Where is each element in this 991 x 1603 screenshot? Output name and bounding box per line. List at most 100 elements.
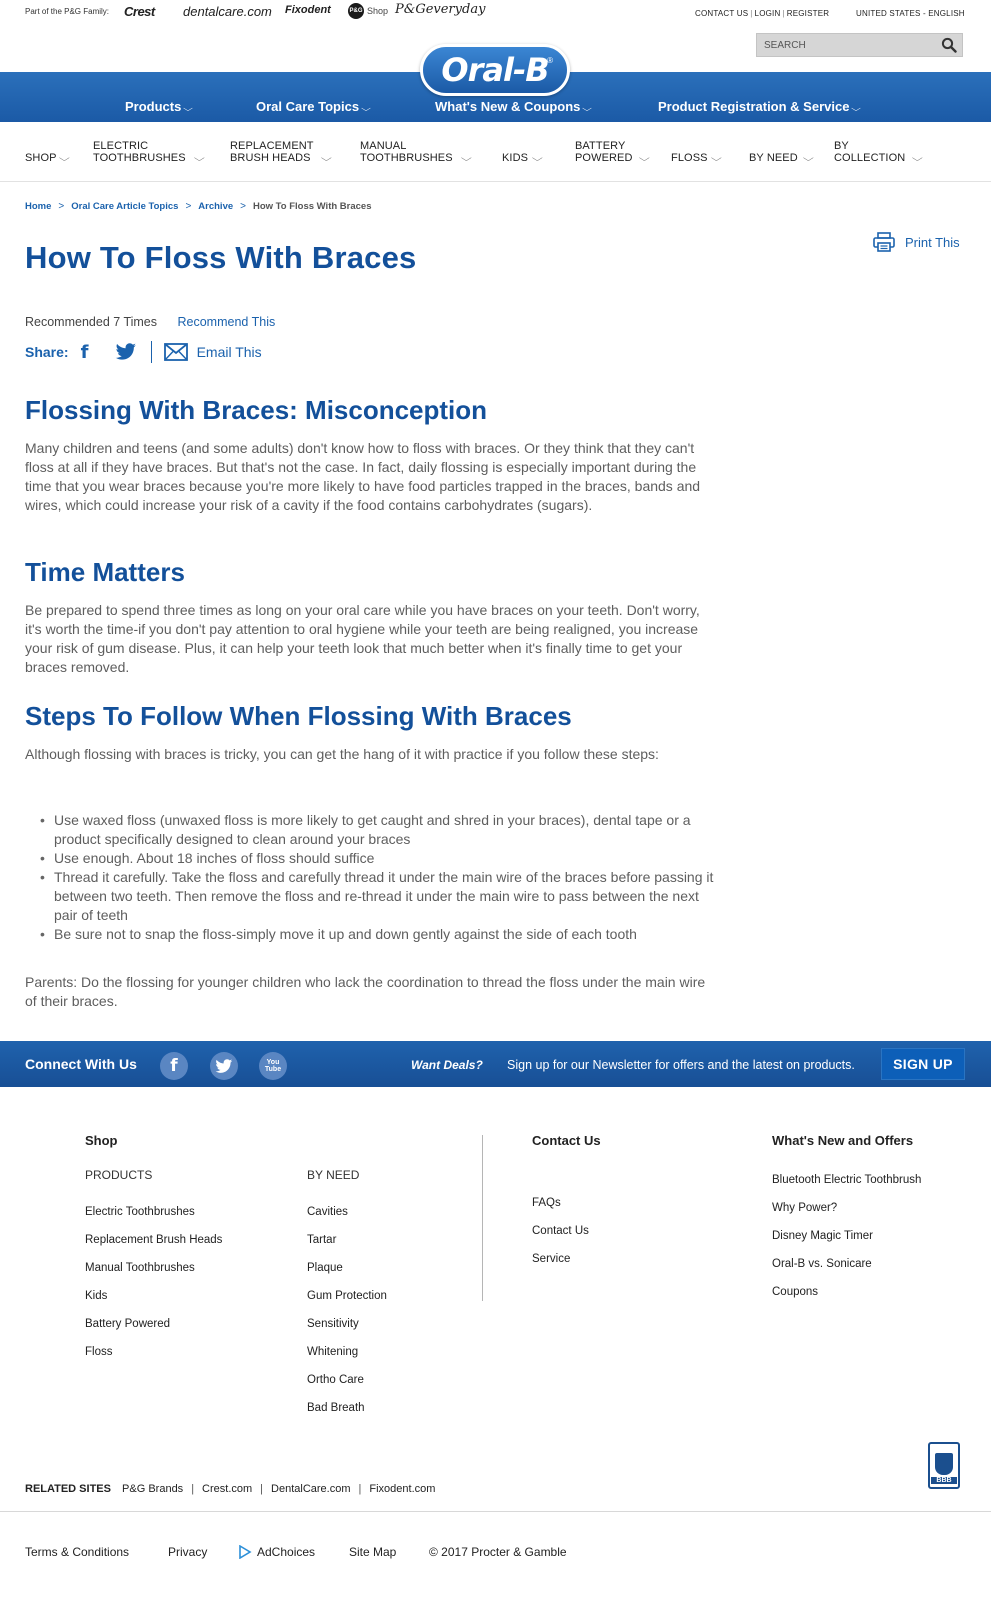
main-nav-products[interactable]: Products ⌵: [125, 99, 193, 114]
footer-link[interactable]: Disney Magic Timer: [772, 1222, 921, 1250]
footer-divider: [482, 1135, 483, 1301]
footer-link[interactable]: Bad Breath: [307, 1394, 387, 1422]
twitter-bird-icon: [215, 1058, 233, 1073]
divider: |: [750, 9, 753, 18]
main-nav-label: Product Registration & Service: [658, 99, 850, 114]
email-this-link[interactable]: Email This: [197, 344, 262, 360]
chevron-down-icon: ⌵: [802, 153, 815, 163]
category-by-need[interactable]: By Need ⌵: [749, 152, 819, 164]
divider: |: [782, 9, 785, 18]
search-icon[interactable]: [941, 37, 957, 53]
footer-link[interactable]: Plaque: [307, 1254, 387, 1282]
main-nav-product-registration[interactable]: Product Registration & Service ⌵: [658, 99, 861, 114]
twitter-icon[interactable]: [210, 1052, 238, 1080]
footer-link[interactable]: Bluetooth Electric Toothbrush: [772, 1166, 921, 1194]
facebook-share-icon[interactable]: f: [81, 342, 101, 363]
footer-products-list: Electric Toothbrushes Replacement Brush …: [85, 1198, 222, 1366]
footer-link[interactable]: Oral-B vs. Sonicare: [772, 1250, 921, 1278]
footer-link[interactable]: FAQs: [532, 1189, 589, 1217]
footer-link[interactable]: Cavities: [307, 1198, 387, 1226]
recommend-this-link[interactable]: Recommend This: [178, 315, 276, 329]
footer-link[interactable]: Service: [532, 1245, 589, 1273]
oral-b-logo[interactable]: Oral-B ®: [420, 44, 570, 96]
site-map-link[interactable]: Site Map: [349, 1545, 396, 1559]
category-floss[interactable]: Floss ⌵: [671, 152, 731, 164]
registered-mark: ®: [547, 56, 553, 65]
main-nav-whats-new[interactable]: What's New & Coupons ⌵: [435, 99, 592, 114]
related-link-crest[interactable]: Crest.com: [202, 1483, 252, 1495]
share-row: Share: f Email This: [25, 340, 262, 364]
chevron-down-icon: ⌵: [460, 153, 473, 163]
category-label: Manual Toothbrushes: [360, 140, 453, 164]
footer-link[interactable]: Whitening: [307, 1338, 387, 1366]
bbb-badge[interactable]: BBB: [928, 1442, 960, 1489]
chevron-down-icon: ⌵: [638, 153, 651, 163]
category-manual-toothbrushes[interactable]: Manual Toothbrushes ⌵: [360, 140, 475, 164]
login-link[interactable]: LOGIN: [755, 9, 781, 18]
divider: |: [358, 1483, 362, 1495]
pg-logo-icon: P&G: [348, 3, 364, 19]
list-item: Be sure not to snap the floss-simply mov…: [25, 925, 715, 944]
main-nav-oral-care-topics[interactable]: Oral Care Topics ⌵: [256, 99, 371, 114]
category-shop[interactable]: Shop ⌵: [25, 152, 75, 164]
main-nav-label: Oral Care Topics: [256, 99, 360, 114]
locale-selector[interactable]: UNITED STATES - ENGLISH: [856, 9, 965, 18]
brand-link-pgeveryday[interactable]: P&Geveryday: [395, 2, 485, 17]
related-link-dentalcare[interactable]: DentalCare.com: [271, 1483, 350, 1495]
breadcrumb-oral-care-article-topics[interactable]: Oral Care Article Topics: [71, 201, 178, 212]
adchoices-link[interactable]: AdChoices: [238, 1545, 315, 1559]
newsletter-text: Sign up for our Newsletter for offers an…: [507, 1058, 855, 1072]
footer-link[interactable]: Sensitivity: [307, 1310, 387, 1338]
category-electric-toothbrushes[interactable]: Electric Toothbrushes ⌵: [93, 140, 208, 164]
footer-link[interactable]: Battery Powered: [85, 1310, 222, 1338]
footer-link[interactable]: Manual Toothbrushes: [85, 1254, 222, 1282]
category-replacement-brush-heads[interactable]: Replacement Brush Heads ⌵: [230, 140, 335, 164]
twitter-share-icon[interactable]: [115, 343, 137, 361]
section-body-misconception: Many children and teens (and some adults…: [25, 440, 701, 513]
youtube-icon[interactable]: You Tube: [259, 1052, 287, 1080]
category-kids[interactable]: Kids ⌵: [502, 152, 547, 164]
facebook-icon[interactable]: f: [160, 1052, 188, 1080]
footer-link[interactable]: Electric Toothbrushes: [85, 1198, 222, 1226]
footer-link[interactable]: Gum Protection: [307, 1282, 387, 1310]
print-button[interactable]: Print This: [873, 232, 960, 252]
category-by-collection[interactable]: By Collection ⌵: [834, 140, 934, 164]
breadcrumb-home[interactable]: Home: [25, 201, 51, 212]
page-title: How To Floss With Braces: [25, 240, 417, 275]
category-battery-powered[interactable]: Battery Powered ⌵: [575, 140, 655, 164]
footer-shop-heading: Shop: [85, 1133, 118, 1148]
brand-link-crest[interactable]: Crest: [124, 4, 155, 19]
footer-link[interactable]: Replacement Brush Heads: [85, 1226, 222, 1254]
footer-link[interactable]: Floss: [85, 1338, 222, 1366]
section-body-steps: Although flossing with braces is tricky,…: [25, 746, 659, 762]
footer-link[interactable]: Coupons: [772, 1278, 921, 1306]
category-label: Shop: [25, 152, 57, 164]
footer-link[interactable]: Why Power?: [772, 1194, 921, 1222]
breadcrumb-archive[interactable]: Archive: [198, 201, 233, 212]
category-label: Kids: [502, 152, 529, 164]
parents-note: Parents: Do the flossing for younger chi…: [25, 974, 706, 1009]
footer-link[interactable]: Kids: [85, 1282, 222, 1310]
main-nav-label: What's New & Coupons: [435, 99, 581, 114]
brand-link-fixodent[interactable]: Fixodent: [285, 4, 331, 16]
email-icon[interactable]: [163, 343, 188, 361]
adchoices-icon: [239, 1545, 252, 1559]
footer-link[interactable]: Contact Us: [532, 1217, 589, 1245]
contact-us-link[interactable]: CONTACT US: [695, 9, 748, 18]
brand-link-pg-shop[interactable]: P&G Shop: [348, 3, 388, 19]
section-body-time-matters: Be prepared to spend three times as long…: [25, 602, 700, 675]
chevron-down-icon: ⌵: [361, 104, 371, 113]
terms-link[interactable]: Terms & Conditions: [25, 1545, 129, 1559]
register-link[interactable]: REGISTER: [787, 9, 830, 18]
search-input[interactable]: [757, 34, 927, 56]
footer-link[interactable]: Tartar: [307, 1226, 387, 1254]
logo-text: Oral-B: [441, 51, 549, 89]
brand-link-dentalcare[interactable]: dentalcare.com: [183, 4, 272, 19]
related-link-pg-brands[interactable]: P&G Brands: [122, 1483, 183, 1495]
sign-up-button[interactable]: SIGN UP: [881, 1048, 965, 1080]
youtube-tube: Tube: [264, 1066, 282, 1073]
footer-link[interactable]: Ortho Care: [307, 1366, 387, 1394]
connect-with-us-label: Connect With Us: [25, 1056, 137, 1072]
privacy-link[interactable]: Privacy: [168, 1545, 207, 1559]
related-link-fixodent[interactable]: Fixodent.com: [369, 1483, 435, 1495]
